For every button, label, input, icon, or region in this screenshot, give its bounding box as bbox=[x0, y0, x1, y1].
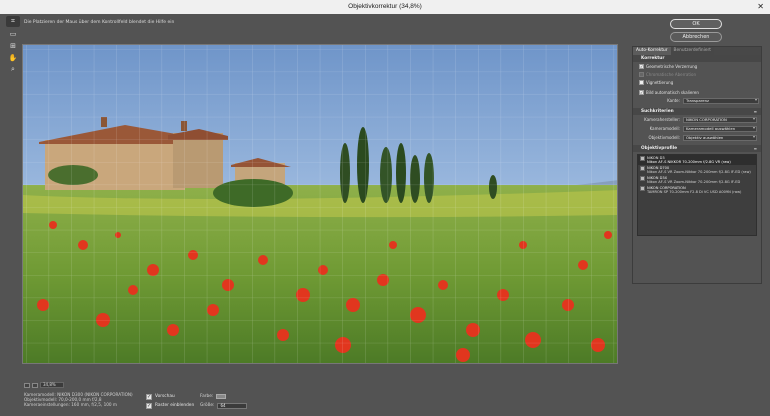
camera-model-row: Kameramodell: Kameramodell auswählen bbox=[633, 124, 761, 133]
show-grid-checkbox[interactable]: ✓ bbox=[146, 402, 152, 409]
lens-model-row: Objektivmodell: Objektiv auswählen bbox=[633, 133, 761, 142]
straighten-icon[interactable]: ▭ bbox=[6, 28, 20, 39]
camera-icon bbox=[640, 186, 645, 191]
title-bar: Objektivkorrektur (34,8%) ✕ bbox=[0, 0, 770, 14]
lens-profiles-title: Objektivprofile bbox=[641, 146, 678, 151]
camera-make-row: Kamerahersteller: NIKON CORPORATION bbox=[633, 115, 761, 124]
list-item[interactable]: NIKON D3X Nikon AF-S VR Zoom-Nikkor 70-20… bbox=[638, 175, 756, 185]
tab-custom[interactable]: Benutzerdefiniert bbox=[670, 47, 714, 55]
show-grid-option[interactable]: ✓ Raster einblenden bbox=[146, 401, 194, 410]
menu-icon[interactable]: ≡ bbox=[754, 145, 757, 152]
edge-select[interactable]: Transparenz bbox=[683, 97, 759, 104]
camera-icon bbox=[640, 156, 645, 161]
grid-move-icon[interactable]: ⊞ bbox=[6, 40, 20, 51]
window-title: Objektivkorrektur (34,8%) bbox=[348, 3, 422, 10]
preview-option[interactable]: ✓ Vorschau bbox=[146, 392, 194, 401]
zoom-bar: 34,8% bbox=[24, 382, 64, 388]
vignetting-label: Vignettierung bbox=[646, 79, 674, 85]
section-lens-profiles[interactable]: Objektivprofile ≡ bbox=[633, 145, 761, 152]
camera-icon bbox=[640, 176, 645, 181]
geometric-distortion-checkbox[interactable]: ✓ bbox=[639, 63, 644, 69]
menu-icon[interactable]: ≡ bbox=[754, 108, 757, 115]
camera-model-label: Kameramodell: bbox=[649, 126, 680, 131]
list-item[interactable]: NIKON D700 Nikon AF-S VR Zoom-Nikkor 70-2… bbox=[638, 165, 756, 175]
cancel-button[interactable]: Abbrechen bbox=[670, 32, 722, 42]
camera-settings-line: Kameraeinstellungen: 160 mm, f/2,5, 100 … bbox=[24, 402, 117, 407]
grid-color-swatch[interactable] bbox=[216, 394, 227, 399]
preview-label: Vorschau bbox=[155, 394, 175, 399]
geometric-distortion-option[interactable]: ✓ Geometrische Verzerrung bbox=[633, 62, 761, 70]
list-item[interactable]: NIKON CORPORATION TAMRON SP 70-200mm F2.8… bbox=[638, 185, 756, 195]
chromatic-aberration-option[interactable]: Chromatische Aberration bbox=[633, 70, 761, 78]
show-grid-label: Raster einblenden bbox=[155, 403, 195, 408]
landscape-photo bbox=[23, 45, 617, 363]
chromatic-aberration-checkbox[interactable] bbox=[639, 71, 644, 77]
vignetting-option[interactable]: Vignettierung bbox=[633, 78, 761, 86]
list-item[interactable]: NIKON D3 Nikon AF-S NIKKOR 70-200mm f/2.8… bbox=[638, 155, 756, 165]
auto-scale-option[interactable]: ✓ Bild automatisch skalieren bbox=[633, 88, 761, 96]
tool-bar: ⌗ ▭ ⊞ ✋ ⌕ bbox=[6, 16, 20, 76]
auto-scale-checkbox[interactable]: ✓ bbox=[639, 89, 644, 95]
zoom-in-button[interactable] bbox=[32, 382, 38, 388]
lens-model-label: Objektivmodell: bbox=[648, 135, 680, 140]
section-correction[interactable]: Korrektur bbox=[633, 55, 761, 62]
zoom-out-button[interactable] bbox=[24, 382, 30, 388]
preview-checkbox[interactable]: ✓ bbox=[146, 393, 152, 400]
grid-size-label: Größe: bbox=[200, 403, 215, 408]
tab-auto-correction[interactable]: Auto-Korrektur bbox=[633, 47, 671, 55]
help-hint: Die Platzieren der Maus über dem Kontrol… bbox=[24, 20, 175, 25]
image-preview[interactable] bbox=[22, 44, 618, 364]
close-icon[interactable]: ✕ bbox=[757, 0, 764, 14]
search-criteria-title: Suchkriterien bbox=[641, 109, 674, 114]
grid-color-label: Farbe: bbox=[200, 394, 214, 399]
lens-model-select[interactable]: Objektiv auswählen bbox=[683, 134, 757, 141]
panel-tabs: Auto-Korrektur Benutzerdefiniert bbox=[633, 47, 761, 55]
camera-make-select[interactable]: NIKON CORPORATION bbox=[683, 116, 757, 123]
panel-body: Korrektur ✓ Geometrische Verzerrung Chro… bbox=[633, 55, 761, 283]
camera-model-select[interactable]: Kameramodell auswählen bbox=[683, 125, 757, 132]
settings-panel: Auto-Korrektur Benutzerdefiniert Korrekt… bbox=[632, 46, 762, 284]
edge-label: Kante: bbox=[667, 98, 680, 103]
zoom-select[interactable]: 34,8% bbox=[40, 382, 64, 388]
lens-profile-list[interactable]: NIKON D3 Nikon AF-S NIKKOR 70-200mm f/2.8… bbox=[637, 154, 757, 236]
section-search-criteria[interactable]: Suchkriterien ≡ bbox=[633, 108, 761, 115]
chromatic-aberration-label: Chromatische Aberration bbox=[646, 71, 696, 77]
geometric-distortion-label: Geometrische Verzerrung bbox=[646, 63, 698, 69]
edge-row: Kante: Transparenz bbox=[633, 96, 761, 105]
auto-scale-label: Bild automatisch skalieren bbox=[646, 89, 699, 95]
distortion-icon[interactable]: ⌗ bbox=[6, 16, 20, 27]
vignetting-checkbox[interactable] bbox=[639, 79, 644, 85]
camera-info: Kameramodell: NIKON D300 (NIKON CORPORAT… bbox=[24, 392, 133, 407]
camera-icon bbox=[640, 166, 645, 171]
camera-make-label: Kamerahersteller: bbox=[644, 117, 680, 122]
grid-size-input[interactable]: 64 bbox=[217, 402, 248, 409]
zoom-icon[interactable]: ⌕ bbox=[6, 64, 20, 75]
hand-icon[interactable]: ✋ bbox=[6, 52, 20, 63]
view-options: ✓ Vorschau ✓ Raster einblenden bbox=[146, 392, 194, 410]
ok-button[interactable]: OK bbox=[670, 19, 722, 29]
grid-options: Farbe: Größe: 64 bbox=[200, 392, 248, 410]
